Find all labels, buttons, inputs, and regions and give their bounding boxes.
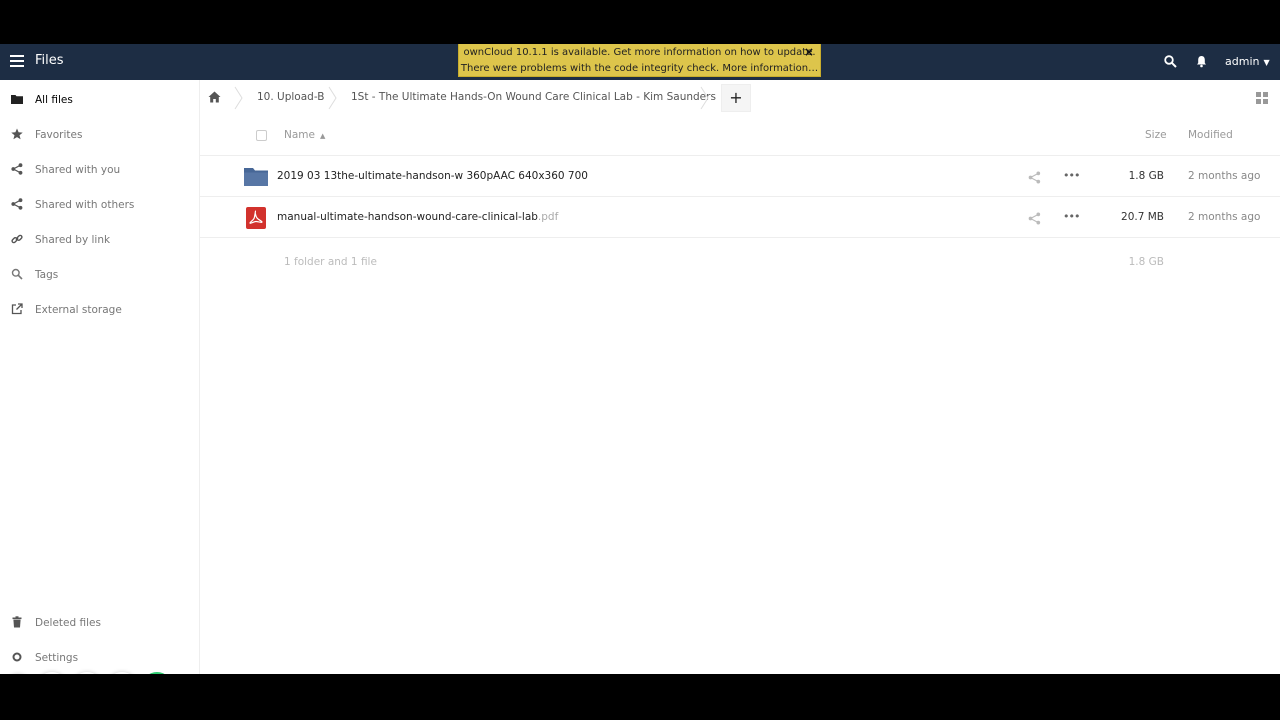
more-actions-icon[interactable]: ••• (1063, 169, 1080, 182)
pdf-icon (246, 207, 266, 229)
sidebar: All files Favorites Shared with you Shar… (0, 80, 200, 674)
cancel-icon[interactable]: ✕ (72, 672, 102, 674)
sort-ascending-icon: ▲ (319, 132, 326, 140)
column-name-label: Name (284, 129, 315, 141)
file-name[interactable]: 2019 03 13the-ultimate-handson-w 360pAAC… (277, 170, 588, 182)
breadcrumb-upload-b[interactable]: 10. Upload-B (257, 91, 324, 103)
star-icon (11, 128, 23, 140)
sidebar-item-tags[interactable]: Tags (0, 258, 199, 288)
grid-view-icon[interactable] (1256, 92, 1268, 104)
breadcrumb: 10. Upload-B 1St - The Ultimate Hands-On… (200, 80, 1280, 116)
close-icon[interactable]: × (804, 44, 814, 60)
file-size: 1.8 GB (1128, 170, 1164, 182)
pause-icon[interactable] (107, 672, 137, 674)
sidebar-item-label: Tags (35, 269, 59, 281)
summary-count: 1 folder and 1 file (284, 256, 377, 268)
sidebar-item-label: External storage (35, 304, 122, 316)
share-icon (11, 163, 23, 175)
bell-icon[interactable] (1196, 55, 1207, 68)
sidebar-item-all-files[interactable]: All files (0, 83, 199, 113)
column-modified[interactable]: Modified (1188, 129, 1233, 141)
gear-icon (12, 652, 22, 662)
sidebar-item-shared-with-others[interactable]: Shared with others (0, 188, 199, 218)
sidebar-item-deleted-files[interactable]: Deleted files (0, 606, 199, 636)
trash-icon (12, 616, 22, 628)
file-modified: 2 months ago (1188, 211, 1261, 223)
folder-icon (244, 168, 268, 186)
share-icon[interactable] (1028, 212, 1041, 225)
update-notice: ownCloud 10.1.1 is available. Get more i… (458, 44, 821, 77)
table-row[interactable]: 2019 03 13the-ultimate-handson-w 360pAAC… (200, 156, 1280, 197)
file-summary: 1 folder and 1 file 1.8 GB (200, 252, 1280, 272)
sidebar-item-label: All files (35, 94, 73, 106)
sidebar-item-label: Shared with others (35, 199, 135, 211)
camera-icon[interactable] (37, 672, 67, 674)
table-row[interactable]: manual-ultimate-handson-wound-care-clini… (200, 197, 1280, 238)
new-button[interactable]: + (721, 84, 751, 112)
user-menu[interactable]: admin ▼ (1225, 55, 1270, 68)
sidebar-item-label: Deleted files (35, 617, 101, 629)
confirm-icon[interactable] (142, 672, 172, 674)
external-link-icon (11, 303, 23, 315)
folder-icon (11, 95, 23, 104)
sidebar-item-external-storage[interactable]: External storage (0, 293, 199, 323)
notice-update-text[interactable]: ownCloud 10.1.1 is available. Get more i… (459, 45, 820, 61)
column-name[interactable]: Name ▲ (284, 129, 325, 141)
file-size: 20.7 MB (1121, 211, 1164, 223)
recorder-controls: ⋯ ✕ (5, 672, 175, 674)
breadcrumb-separator-icon (328, 86, 337, 110)
app-title[interactable]: Files (35, 53, 64, 68)
file-modified: 2 months ago (1188, 170, 1261, 182)
more-actions-icon[interactable]: ••• (1063, 210, 1080, 223)
user-name: admin (1225, 55, 1260, 68)
sidebar-item-label: Shared by link (35, 234, 111, 246)
column-size[interactable]: Size (1145, 129, 1167, 141)
sidebar-item-settings[interactable]: Settings (0, 641, 199, 671)
search-icon[interactable] (1164, 55, 1177, 68)
breadcrumb-separator-icon (700, 86, 709, 110)
breadcrumb-separator-icon (234, 86, 243, 110)
notice-integrity-text[interactable]: There were problems with the code integr… (459, 61, 820, 77)
sidebar-item-shared-with-you[interactable]: Shared with you (0, 153, 199, 183)
breadcrumb-current-folder[interactable]: 1St - The Ultimate Hands-On Wound Care C… (351, 91, 716, 103)
sidebar-item-label: Settings (35, 652, 79, 664)
link-icon (11, 234, 23, 244)
share-icon (11, 198, 23, 210)
search-icon (11, 268, 23, 280)
sidebar-item-label: Favorites (35, 129, 83, 141)
top-header: Files ownCloud 10.1.1 is available. Get … (0, 44, 1280, 80)
sidebar-item-label: Shared with you (35, 164, 121, 176)
owncloud-window: Files ownCloud 10.1.1 is available. Get … (0, 44, 1280, 674)
file-table-header: Name ▲ Size Modified (200, 116, 1280, 156)
select-all-checkbox[interactable] (256, 130, 267, 141)
caret-down-icon: ▼ (1263, 58, 1270, 67)
summary-total-size: 1.8 GB (1128, 256, 1164, 268)
sidebar-item-shared-by-link[interactable]: Shared by link (0, 223, 199, 253)
file-name[interactable]: manual-ultimate-handson-wound-care-clini… (277, 211, 558, 223)
hamburger-menu-icon[interactable] (10, 55, 24, 69)
share-icon[interactable] (1028, 171, 1041, 184)
sidebar-item-favorites[interactable]: Favorites (0, 118, 199, 148)
home-icon[interactable] (208, 91, 221, 103)
